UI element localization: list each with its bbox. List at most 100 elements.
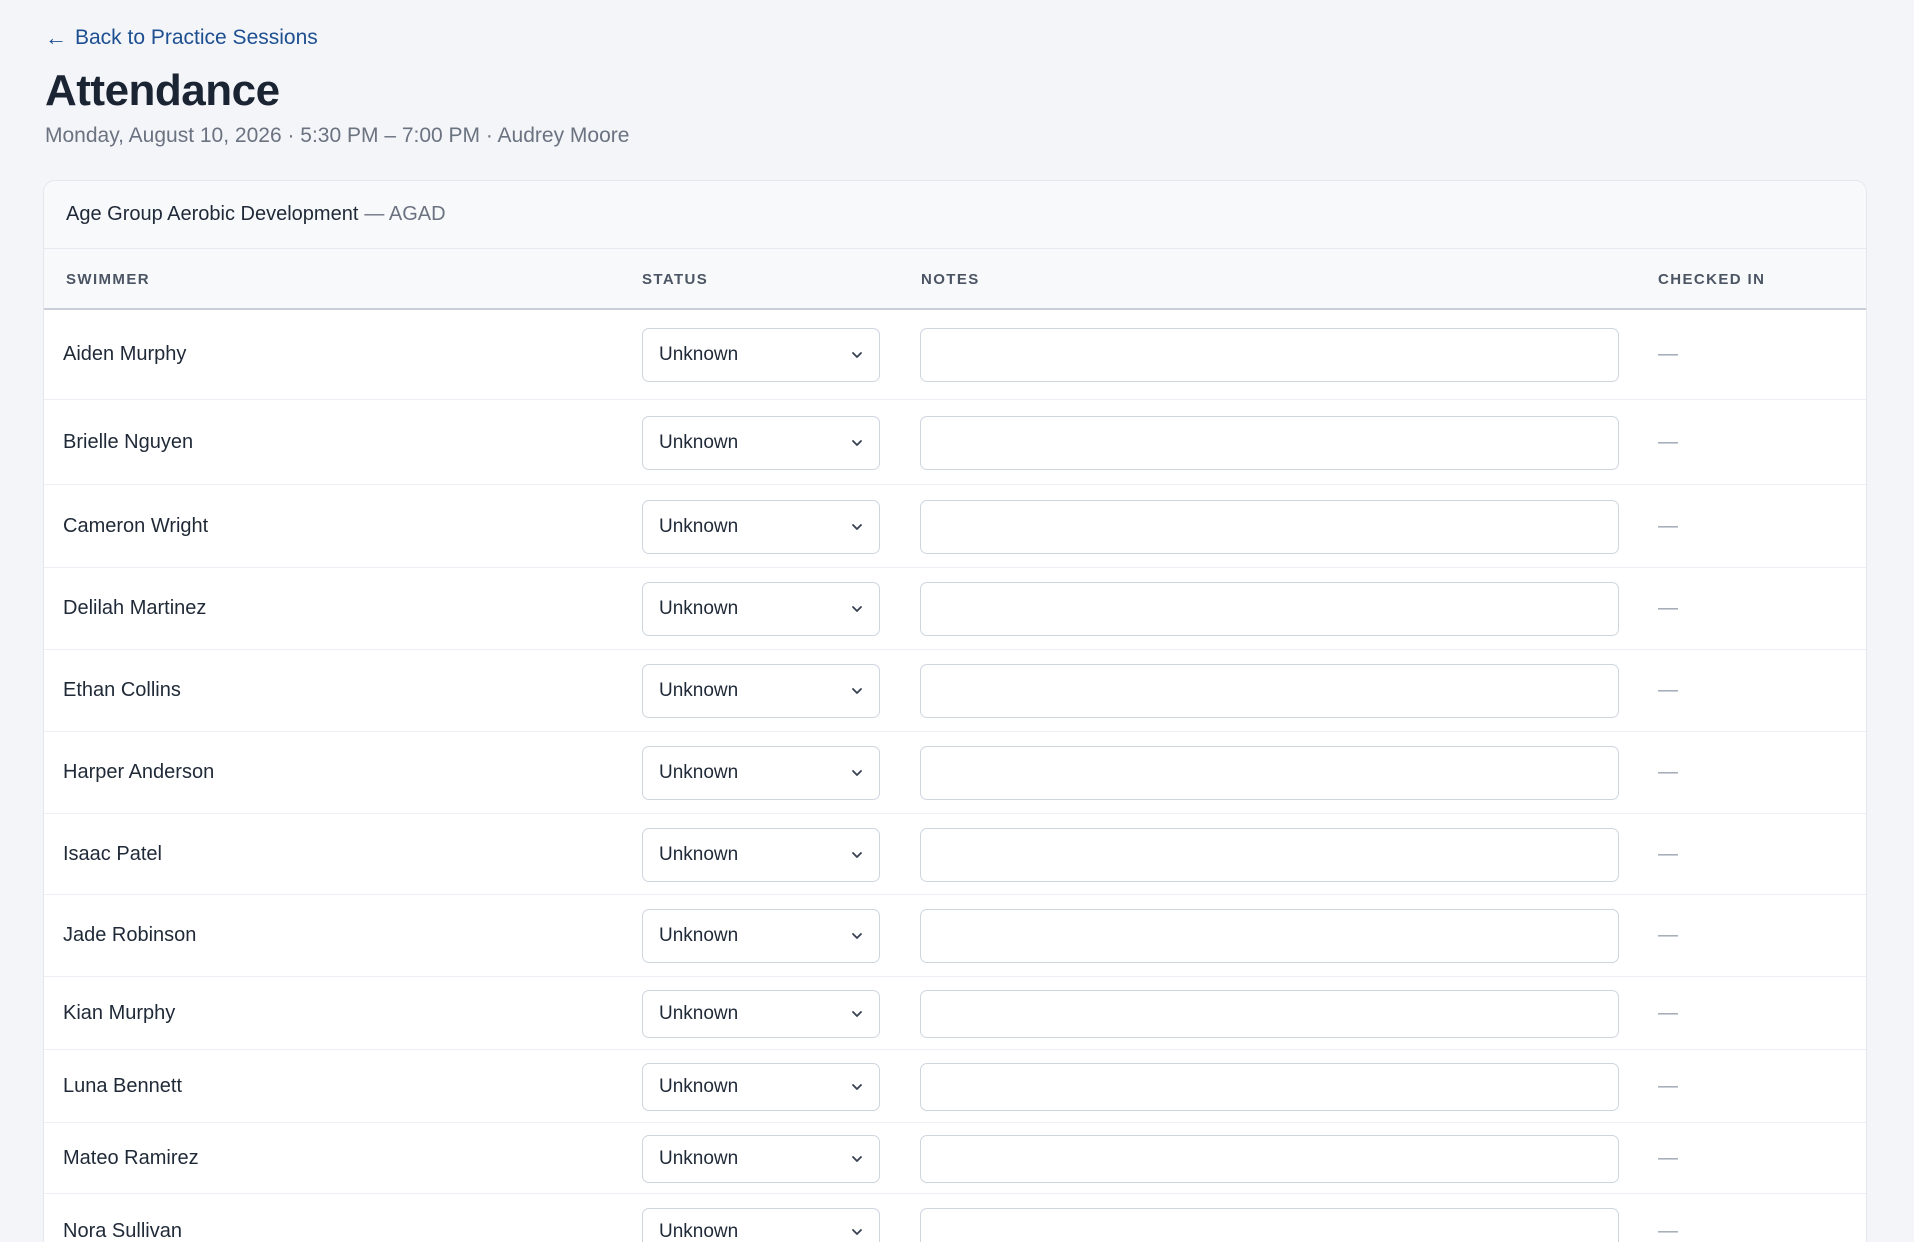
header-notes: NOTES — [921, 271, 980, 288]
chevron-down-icon — [852, 1156, 862, 1162]
status-select[interactable]: Unknown — [642, 582, 880, 636]
table-row: Ethan Collins Unknown — — [44, 650, 1866, 732]
status-select[interactable]: Unknown — [642, 990, 880, 1038]
session-subtitle: Monday, August 10, 2026 · 5:30 PM – 7:00… — [45, 124, 630, 147]
header-status: STATUS — [642, 271, 709, 288]
swimmer-name: Nora Sullivan — [63, 1220, 182, 1242]
status-select[interactable]: Unknown — [642, 1208, 880, 1242]
table-row: Luna Bennett Unknown — — [44, 1050, 1866, 1123]
checked-in-value: — — [1658, 843, 1678, 865]
chevron-down-icon — [852, 606, 862, 612]
swimmer-name: Aiden Murphy — [63, 343, 187, 365]
swimmer-name: Luna Bennett — [63, 1075, 182, 1097]
notes-input[interactable] — [920, 828, 1619, 882]
notes-input[interactable] — [920, 909, 1619, 963]
status-select[interactable]: Unknown — [642, 1063, 880, 1111]
attendance-card: Age Group Aerobic Development — AGAD SWI… — [43, 180, 1867, 1242]
chevron-down-icon — [852, 440, 862, 446]
chevron-down-icon — [852, 852, 862, 858]
table-row: Delilah Martinez Unknown — — [44, 568, 1866, 650]
notes-input[interactable] — [920, 328, 1619, 382]
status-value: Unknown — [659, 762, 739, 783]
notes-input[interactable] — [920, 582, 1619, 636]
back-link-label: Back to Practice Sessions — [75, 26, 318, 49]
chevron-down-icon — [852, 1011, 862, 1017]
swimmer-name: Ethan Collins — [63, 679, 181, 701]
chevron-down-icon — [852, 688, 862, 694]
chevron-down-icon — [852, 933, 862, 939]
notes-input[interactable] — [920, 416, 1619, 470]
notes-input[interactable] — [920, 664, 1619, 718]
status-value: Unknown — [659, 344, 739, 365]
checked-in-value: — — [1658, 431, 1678, 453]
status-value: Unknown — [659, 598, 739, 619]
page-title: Attendance — [45, 66, 280, 115]
notes-input[interactable] — [920, 990, 1619, 1038]
checked-in-value: — — [1658, 761, 1678, 783]
header-swimmer: SWIMMER — [66, 271, 150, 288]
notes-input[interactable] — [920, 746, 1619, 800]
checked-in-value: — — [1658, 1002, 1678, 1024]
status-select[interactable]: Unknown — [642, 500, 880, 554]
notes-input[interactable] — [920, 1063, 1619, 1111]
swimmer-name: Harper Anderson — [63, 761, 215, 783]
header-checked-in: CHECKED IN — [1658, 271, 1766, 288]
chevron-down-icon — [852, 524, 862, 530]
checked-in-value: — — [1658, 597, 1678, 619]
group-name: Age Group Aerobic Development — [66, 203, 359, 225]
attendance-page: ← Back to Practice Sessions Attendance M… — [0, 0, 1914, 1242]
status-value: Unknown — [659, 1148, 739, 1169]
status-select[interactable]: Unknown — [642, 828, 880, 882]
swimmer-name: Brielle Nguyen — [63, 431, 194, 453]
swimmer-name: Isaac Patel — [63, 843, 162, 865]
table-header: SWIMMER STATUS NOTES CHECKED IN — [44, 249, 1866, 310]
notes-input[interactable] — [920, 1135, 1619, 1183]
chevron-down-icon — [852, 1229, 862, 1235]
status-value: Unknown — [659, 844, 739, 865]
status-value: Unknown — [659, 516, 739, 537]
status-value: Unknown — [659, 1076, 739, 1097]
status-select[interactable]: Unknown — [642, 416, 880, 470]
table-body: Aiden Murphy Unknown — Brielle Nguyen Un… — [44, 310, 1866, 1242]
chevron-down-icon — [852, 352, 862, 358]
table-row: Isaac Patel Unknown — — [44, 814, 1866, 895]
swimmer-name: Cameron Wright — [63, 515, 209, 537]
chevron-down-icon — [852, 1084, 862, 1090]
back-to-sessions-link[interactable]: ← Back to Practice Sessions — [45, 26, 318, 50]
swimmer-name: Kian Murphy — [63, 1002, 176, 1024]
notes-input[interactable] — [920, 500, 1619, 554]
table-row: Kian Murphy Unknown — — [44, 977, 1866, 1050]
table-row: Harper Anderson Unknown — — [44, 732, 1866, 814]
swimmer-name: Delilah Martinez — [63, 597, 207, 619]
status-value: Unknown — [659, 1003, 739, 1024]
status-value: Unknown — [659, 680, 739, 701]
checked-in-value: — — [1658, 515, 1678, 537]
notes-input[interactable] — [920, 1208, 1619, 1242]
status-select[interactable]: Unknown — [642, 746, 880, 800]
table-row: Cameron Wright Unknown — — [44, 485, 1866, 568]
checked-in-value: — — [1658, 679, 1678, 701]
table-row: Nora Sullivan Unknown — — [44, 1194, 1866, 1242]
arrow-left-icon: ← — [45, 25, 67, 50]
table-row: Aiden Murphy Unknown — — [44, 310, 1866, 400]
status-select[interactable]: Unknown — [642, 328, 880, 382]
group-code: — AGAD — [364, 203, 446, 225]
table-row: Brielle Nguyen Unknown — — [44, 400, 1866, 485]
group-header: Age Group Aerobic Development — AGAD — [44, 181, 1866, 249]
status-value: Unknown — [659, 432, 739, 453]
checked-in-value: — — [1658, 1147, 1678, 1169]
chevron-down-icon — [852, 770, 862, 776]
status-select[interactable]: Unknown — [642, 664, 880, 718]
status-value: Unknown — [659, 1221, 739, 1242]
table-row: Mateo Ramirez Unknown — — [44, 1123, 1866, 1194]
checked-in-value: — — [1658, 1220, 1678, 1242]
checked-in-value: — — [1658, 924, 1678, 946]
status-select[interactable]: Unknown — [642, 1135, 880, 1183]
swimmer-name: Mateo Ramirez — [63, 1147, 199, 1169]
table-row: Jade Robinson Unknown — — [44, 895, 1866, 977]
checked-in-value: — — [1658, 1075, 1678, 1097]
checked-in-value: — — [1658, 343, 1678, 365]
status-select[interactable]: Unknown — [642, 909, 880, 963]
status-value: Unknown — [659, 925, 739, 946]
swimmer-name: Jade Robinson — [63, 924, 197, 946]
